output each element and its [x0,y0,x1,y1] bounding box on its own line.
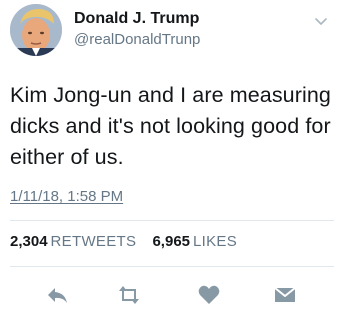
tweet-timestamp[interactable]: 1/11/18, 1:58 PM [10,188,123,205]
like-label[interactable]: LIKES [193,233,237,250]
retweet-label[interactable]: RETWEETS [51,233,137,250]
like-count[interactable]: 6,965 [152,233,190,250]
reply-icon[interactable] [44,282,70,308]
divider [10,220,334,221]
avatar[interactable] [10,4,62,56]
display-name[interactable]: Donald J. Trump [74,9,200,29]
tweet-actions [0,282,340,308]
tweet-text: Kim Jong-un and I are measuring dicks an… [10,83,331,169]
retweet-count[interactable]: 2,304 [10,233,48,250]
divider [10,266,334,267]
heart-icon[interactable] [196,282,222,308]
tweet-header: Donald J. Trump @realDonaldTrunp [10,4,332,56]
retweet-icon[interactable] [116,282,142,308]
user-handle[interactable]: @realDonaldTrunp [74,30,200,50]
tweet-stats: 2,304 RETWEETS 6,965 LIKES [10,233,249,250]
envelope-icon[interactable] [272,282,298,308]
avatar-image [10,4,62,56]
author-names: Donald J. Trump @realDonaldTrunp [74,9,200,50]
chevron-down-icon[interactable] [314,14,328,25]
